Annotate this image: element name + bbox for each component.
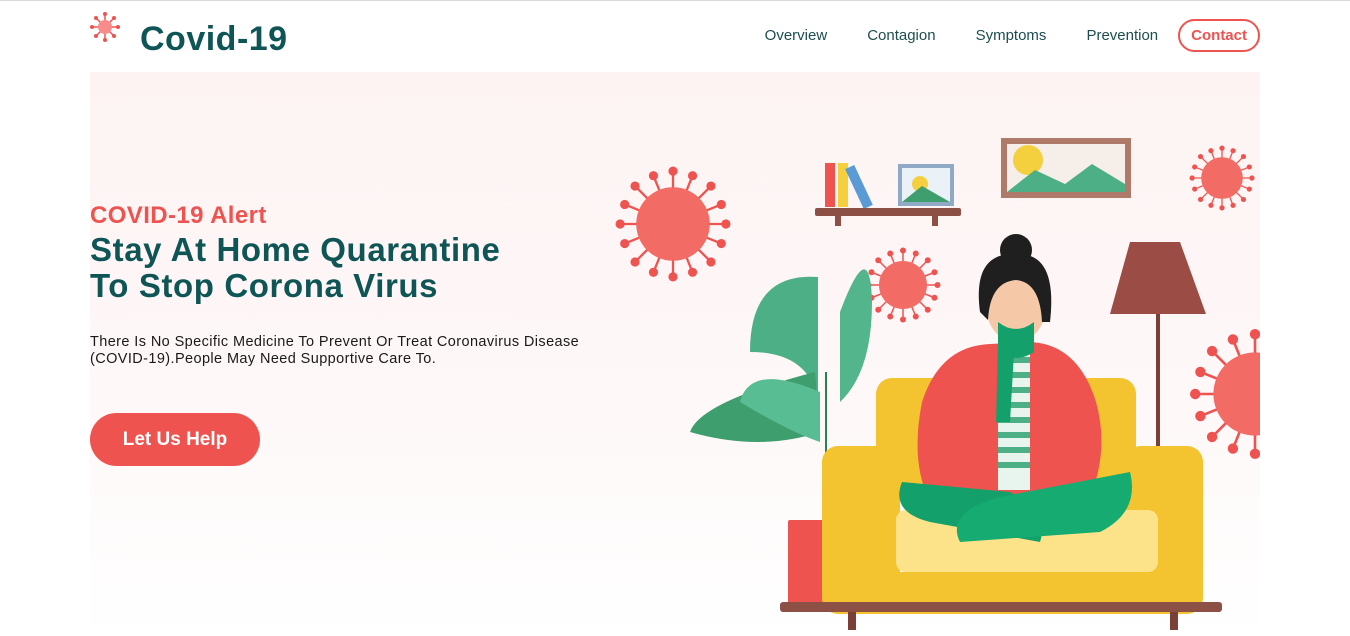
- nav-symptoms[interactable]: Symptoms: [976, 27, 1047, 44]
- quarantine-illustration: [614, 138, 1260, 630]
- hero-section: COVID-19 Alert Stay At Home Quarantine T…: [90, 72, 1260, 636]
- virus-medium-icon: [864, 246, 942, 324]
- alert-label: COVID-19 Alert: [90, 202, 267, 229]
- hero-headline: Stay At Home Quarantine To Stop Corona V…: [90, 232, 610, 304]
- brand-title[interactable]: Covid-19: [140, 20, 288, 59]
- virus-large-icon: [614, 165, 732, 283]
- virus-icon: [90, 12, 120, 42]
- site-header: Covid-19 Overview Contagion Symptoms Pre…: [90, 8, 1260, 68]
- headline-line-1: Stay At Home Quarantine: [90, 231, 501, 268]
- virus-small-icon: [1188, 144, 1256, 212]
- contact-button[interactable]: Contact: [1178, 19, 1260, 52]
- nav-overview[interactable]: Overview: [765, 27, 828, 44]
- nav-contagion[interactable]: Contagion: [867, 27, 935, 44]
- hero-description: There Is No Specific Medicine To Prevent…: [90, 334, 580, 367]
- wall-picture-icon: [1001, 138, 1131, 198]
- headline-line-2: To Stop Corona Virus: [90, 267, 439, 304]
- hero-text: COVID-19 Alert Stay At Home Quarantine T…: [90, 202, 610, 368]
- main-nav: Overview Contagion Symptoms Prevention C…: [725, 19, 1260, 52]
- nav-prevention[interactable]: Prevention: [1086, 27, 1158, 44]
- top-border: [0, 0, 1350, 1]
- shelf-icon: [815, 163, 961, 226]
- virus-edge-icon: [1188, 327, 1260, 461]
- let-us-help-button[interactable]: Let Us Help: [90, 413, 260, 466]
